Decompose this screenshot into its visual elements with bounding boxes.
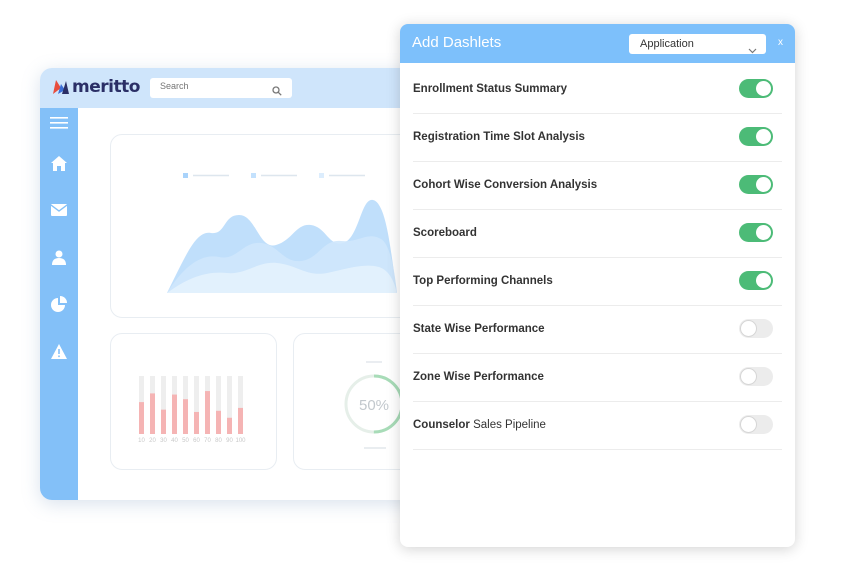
bar-chart-card: 10 20 30 40 50 60 70 80 90 100: [110, 333, 277, 470]
bar-tick-label: 50: [182, 438, 189, 444]
bar-tick-label: 20: [149, 438, 156, 444]
dashlet-row: Top Performing Channels: [413, 258, 782, 306]
dashlet-label: Enrollment Status Summary: [413, 83, 568, 95]
dashlet-label: Scoreboard: [413, 227, 477, 239]
brand-logo: meritto: [53, 77, 140, 97]
toggle-knob: [741, 369, 756, 384]
bar: [150, 393, 155, 434]
dashlet-label-suffix: Sales Pipeline: [469, 419, 546, 431]
toggle-knob: [756, 225, 771, 240]
area-chart: [167, 173, 397, 293]
dashlet-row: Cohort Wise Conversion Analysis: [413, 162, 782, 210]
dashboard-window: meritto Search 10 20 30 40 50 60 70 80 9…: [40, 68, 460, 500]
bar-tick-label: 100: [235, 438, 246, 444]
area-chart-card: [110, 134, 422, 318]
dashboard-select-value: Application: [640, 38, 694, 50]
dashlet-label: Counselor Sales Pipeline: [413, 419, 546, 431]
chart-legend: [183, 173, 365, 178]
dashlet-row: Zone Wise Performance: [413, 354, 782, 402]
dashlet-row: Scoreboard: [413, 210, 782, 258]
bar-tick-label: 40: [171, 438, 178, 444]
dashlet-toggle[interactable]: [739, 271, 773, 290]
toggle-knob: [756, 81, 771, 96]
dashlet-toggle[interactable]: [739, 127, 773, 146]
bar-tick-label: 30: [160, 438, 167, 444]
toggle-knob: [741, 321, 756, 336]
dashboard-select[interactable]: Application: [629, 34, 766, 54]
bar-tick-label: 90: [226, 438, 233, 444]
toggle-knob: [756, 129, 771, 144]
brand-name: meritto: [72, 77, 140, 97]
bar-tick-label: 10: [138, 438, 145, 444]
toggle-knob: [756, 177, 771, 192]
app-header: meritto: [40, 68, 460, 108]
pie-chart-icon[interactable]: [40, 289, 78, 319]
dashlet-label: Zone Wise Performance: [413, 371, 544, 383]
bar: [227, 417, 232, 434]
progress-percent: 50%: [359, 397, 389, 414]
bar-tick-label: 80: [215, 438, 222, 444]
dashlet-label: Cohort Wise Conversion Analysis: [413, 179, 598, 191]
dashlet-label: Registration Time Slot Analysis: [413, 131, 585, 143]
bar-chart: 10 20 30 40 50 60 70 80 90 100: [138, 376, 246, 444]
dashlet-toggle[interactable]: [739, 415, 773, 434]
dashlet-row: Registration Time Slot Analysis: [413, 114, 782, 162]
toggle-knob: [756, 273, 771, 288]
bar: [183, 399, 188, 434]
mail-icon[interactable]: [40, 195, 78, 225]
bar: [216, 410, 221, 434]
dashlet-toggle[interactable]: [739, 223, 773, 242]
user-icon[interactable]: [40, 242, 78, 272]
panel-header: Add Dashlets Application x: [400, 24, 795, 63]
bar: [205, 391, 210, 434]
bar: [172, 394, 177, 434]
dashlet-label: State Wise Performance: [413, 323, 545, 335]
dashlet-toggle[interactable]: [739, 175, 773, 194]
search-icon[interactable]: [272, 83, 282, 101]
close-button[interactable]: x: [778, 37, 783, 48]
panel-title: Add Dashlets: [412, 34, 502, 51]
bar: [139, 402, 144, 434]
sidebar: [40, 108, 78, 500]
search-input[interactable]: [160, 81, 260, 91]
dashlet-row: Counselor Sales Pipeline: [413, 402, 782, 450]
brand-logo-icon: [53, 80, 69, 94]
dashlet-toggle[interactable]: [739, 319, 773, 338]
dashlet-label: Top Performing Channels: [413, 275, 553, 287]
toggle-knob: [741, 417, 756, 432]
bar-tick-label: 60: [193, 438, 200, 444]
dashlet-label-strong: Counselor: [413, 419, 470, 431]
alert-icon[interactable]: [40, 336, 78, 366]
search-box[interactable]: [150, 78, 292, 98]
chevron-down-icon[interactable]: [748, 41, 757, 59]
bar: [194, 411, 199, 434]
bar: [161, 409, 166, 434]
bar: [238, 407, 243, 434]
home-icon[interactable]: [40, 148, 78, 178]
dashlet-toggle[interactable]: [739, 79, 773, 98]
dashlet-toggle[interactable]: [739, 367, 773, 386]
dashlet-row: Enrollment Status Summary: [413, 66, 782, 114]
dashlet-row: State Wise Performance: [413, 306, 782, 354]
add-dashlets-panel: Add Dashlets Application x Enrollment St…: [400, 24, 795, 547]
menu-icon[interactable]: [40, 108, 78, 138]
bar-tick-label: 70: [204, 438, 211, 444]
